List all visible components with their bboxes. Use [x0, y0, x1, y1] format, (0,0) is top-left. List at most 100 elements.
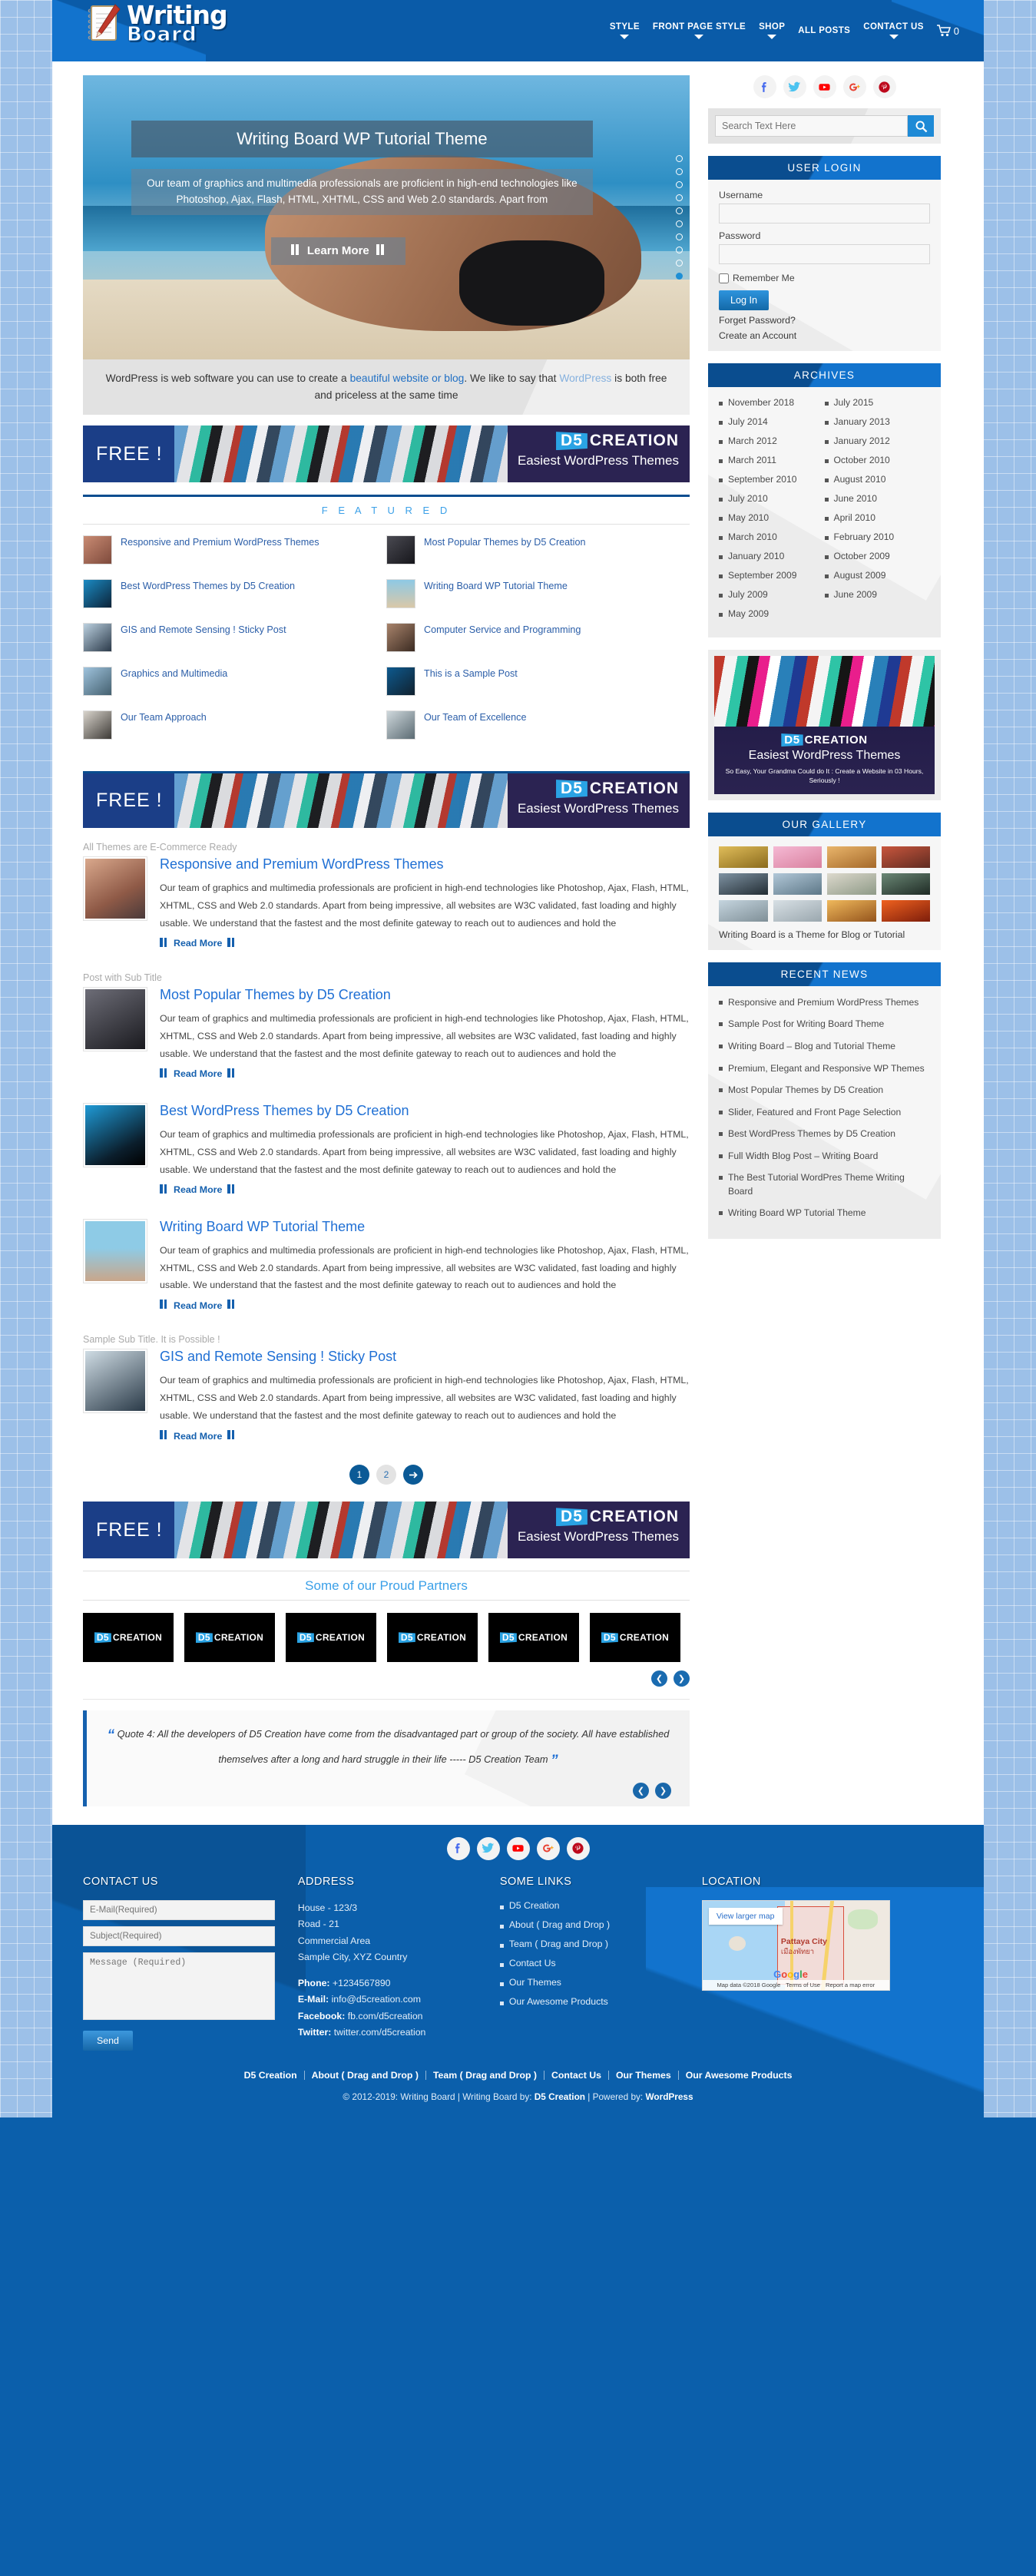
twitter-icon[interactable] [783, 75, 806, 98]
featured-item[interactable]: Graphics and Multimedia [83, 667, 386, 697]
slider-dot[interactable] [676, 168, 683, 175]
username-input[interactable] [719, 204, 930, 223]
facebook-icon[interactable] [753, 75, 776, 98]
archive-item[interactable]: October 2009 [824, 551, 931, 561]
d5-ad-banner-bottom[interactable]: FREE ! D5 CREATION Easiest WordPress Them… [83, 1502, 690, 1559]
recent-news-item[interactable]: The Best Tutorial WordPres Theme Writing… [719, 1171, 930, 1198]
archive-item[interactable]: May 2010 [719, 512, 825, 523]
facebook-icon[interactable] [446, 1836, 470, 1860]
read-more-button[interactable]: Read More [160, 1430, 690, 1442]
recent-news-item[interactable]: Most Popular Themes by D5 Creation [719, 1084, 930, 1098]
slider-dot[interactable] [676, 181, 683, 188]
post-title[interactable]: Most Popular Themes by D5 Creation [160, 987, 690, 1003]
map-terms-link[interactable]: Terms of Use [786, 1982, 820, 1988]
youtube-icon[interactable] [506, 1836, 530, 1860]
featured-item[interactable]: Writing Board WP Tutorial Theme [386, 579, 690, 609]
nav-item-style[interactable]: STYLE [610, 22, 640, 39]
post-thumbnail[interactable] [83, 986, 147, 1051]
copyright-wordpress[interactable]: WordPress [645, 2091, 693, 2102]
read-more-button[interactable]: Read More [160, 1300, 690, 1311]
footer-link-item[interactable]: About ( Drag and Drop ) [499, 1919, 679, 1930]
post-thumbnail[interactable] [83, 1349, 147, 1414]
archive-item[interactable]: June 2009 [824, 589, 931, 600]
archive-item[interactable]: January 2012 [824, 435, 931, 446]
partners-prev-button[interactable]: ❮ [651, 1670, 667, 1687]
partner-logo[interactable]: D5 CREATION [387, 1613, 478, 1663]
forget-password-link[interactable]: Forget Password? [719, 315, 930, 326]
email-value[interactable]: info@d5creation.com [329, 1994, 421, 2005]
map-report-link[interactable]: Report a map error [826, 1982, 875, 1988]
archive-item[interactable]: October 2010 [824, 455, 931, 465]
nav-item-shop[interactable]: SHOP [759, 22, 785, 39]
footer-nav-our-products[interactable]: Our Awesome Products [679, 2070, 799, 2080]
slider-dot[interactable] [676, 260, 683, 267]
archive-item[interactable]: November 2018 [719, 397, 825, 408]
archive-item[interactable]: July 2014 [719, 416, 825, 427]
archive-item[interactable]: July 2010 [719, 493, 825, 504]
footer-link-item[interactable]: D5 Creation [499, 1900, 679, 1911]
featured-item[interactable]: Computer Service and Programming [386, 623, 690, 653]
archive-item[interactable]: February 2010 [824, 531, 931, 542]
gallery-thumbnail[interactable] [773, 872, 822, 895]
gallery-thumbnail[interactable] [773, 846, 822, 868]
archive-item[interactable]: January 2010 [719, 551, 825, 561]
pinterest-icon[interactable] [872, 75, 896, 98]
read-more-button[interactable]: Read More [160, 1068, 690, 1080]
footer-subject-input[interactable] [83, 1925, 275, 1946]
pagination-page-1[interactable]: 1 [349, 1465, 369, 1485]
search-button[interactable] [908, 115, 934, 137]
nav-item-front-page-style[interactable]: FRONT PAGE STYLE [653, 22, 746, 39]
facebook-value[interactable]: fb.com/d5creation [345, 2011, 423, 2021]
partner-logo[interactable]: D5 CREATION [184, 1613, 275, 1663]
archive-item[interactable]: August 2009 [824, 570, 931, 581]
read-more-button[interactable]: Read More [160, 1184, 690, 1196]
gallery-thumbnail[interactable] [773, 899, 822, 922]
archive-item[interactable]: July 2009 [719, 589, 825, 600]
archive-item[interactable]: March 2011 [719, 455, 825, 465]
partner-logo[interactable]: D5 CREATION [488, 1613, 579, 1663]
slider-dot[interactable] [676, 233, 683, 240]
slider-dot[interactable] [676, 194, 683, 201]
pinterest-icon[interactable] [566, 1836, 590, 1860]
footer-nav-about[interactable]: About ( Drag and Drop ) [305, 2070, 426, 2080]
featured-item[interactable]: Best WordPress Themes by D5 Creation [83, 579, 386, 609]
slider-dot[interactable] [676, 155, 683, 162]
featured-title[interactable]: Most Popular Themes by D5 Creation [424, 535, 585, 565]
location-map[interactable]: View larger map Pattaya City เมืองพัทยา … [701, 1899, 890, 1991]
footer-nav-our-themes[interactable]: Our Themes [609, 2070, 679, 2080]
recent-news-item[interactable]: Sample Post for Writing Board Theme [719, 1018, 930, 1031]
gallery-thumbnail[interactable] [827, 846, 876, 868]
footer-nav-team[interactable]: Team ( Drag and Drop ) [426, 2070, 545, 2080]
footer-nav-d5-creation[interactable]: D5 Creation [237, 2070, 305, 2080]
recent-news-item[interactable]: Writing Board WP Tutorial Theme [719, 1207, 930, 1220]
featured-item[interactable]: Our Team Approach [83, 710, 386, 740]
featured-title[interactable]: This is a Sample Post [424, 667, 518, 696]
featured-title[interactable]: Writing Board WP Tutorial Theme [424, 579, 568, 608]
featured-title[interactable]: Responsive and Premium WordPress Themes [121, 535, 319, 565]
featured-title[interactable]: Our Team Approach [121, 710, 207, 740]
learn-more-button[interactable]: Learn More [270, 237, 405, 265]
archive-item[interactable]: August 2010 [824, 474, 931, 485]
youtube-icon[interactable] [813, 75, 836, 98]
sidebar-ad-banner[interactable]: D5 CREATION Easiest WordPress Themes So E… [708, 650, 941, 800]
slider-dot-active[interactable] [676, 273, 683, 280]
remember-me-checkbox[interactable] [719, 273, 729, 283]
copyright-brand[interactable]: D5 Creation [535, 2091, 585, 2102]
post-title[interactable]: Best WordPress Themes by D5 Creation [160, 1103, 690, 1119]
login-button[interactable]: Log In [719, 290, 770, 310]
twitter-icon[interactable] [476, 1836, 500, 1860]
partner-logo[interactable]: D5 CREATION [590, 1613, 680, 1663]
nav-item-all-posts[interactable]: ALL POSTS [798, 26, 850, 35]
archive-item[interactable]: September 2009 [719, 570, 825, 581]
gallery-thumbnail[interactable] [881, 899, 930, 922]
google-plus-icon[interactable] [536, 1836, 560, 1860]
gallery-thumbnail[interactable] [827, 872, 876, 895]
search-input[interactable] [715, 115, 908, 137]
slider-dot[interactable] [676, 247, 683, 253]
intro-link-website[interactable]: beautiful website or blog [350, 372, 465, 384]
recent-news-item[interactable]: Premium, Elegant and Responsive WP Theme… [719, 1062, 930, 1076]
archive-item[interactable]: September 2010 [719, 474, 825, 485]
recent-news-item[interactable]: Responsive and Premium WordPress Themes [719, 996, 930, 1010]
site-logo[interactable]: Writing Board [86, 2, 228, 45]
recent-news-item[interactable]: Writing Board – Blog and Tutorial Theme [719, 1040, 930, 1054]
